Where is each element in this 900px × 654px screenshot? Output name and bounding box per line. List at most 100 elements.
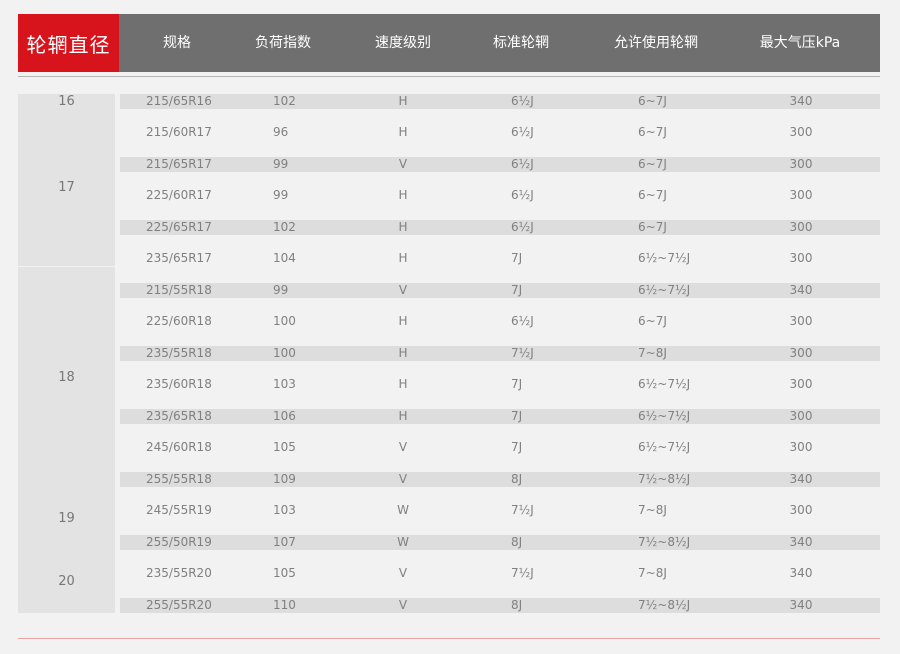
- spec-cell: 215/65R16: [146, 94, 212, 108]
- speed-rating-cell: V: [398, 472, 408, 486]
- max-pressure-cell: 340: [789, 472, 813, 486]
- standard-rim-cell: 7½J: [511, 346, 534, 360]
- permitted-rim-cell: 6~7J: [638, 314, 667, 328]
- permitted-rim-cell: 7~8J: [638, 566, 667, 580]
- permitted-rim-cell: 7½~8½J: [638, 598, 691, 612]
- permitted-rim-cell: 6½~7½J: [638, 377, 691, 391]
- standard-rim-cell: 6½J: [511, 125, 534, 139]
- table-row: 215/65R17 99 V 6½J 6~7J 300: [120, 157, 880, 172]
- load-index-cell: 100: [273, 346, 296, 360]
- max-pressure-cell: 300: [789, 409, 813, 423]
- max-pressure-cell: 300: [789, 220, 813, 234]
- header-divider: [18, 76, 880, 77]
- spec-cell: 255/55R20: [146, 598, 212, 612]
- table-header: 轮辋直径 规格 负荷指数 速度级别 标准轮辋 允许使用轮辋 最大气压kPa: [18, 14, 880, 72]
- permitted-rim-cell: 6½~7½J: [638, 440, 691, 454]
- max-pressure-cell: 340: [789, 535, 813, 549]
- max-pressure-cell: 340: [789, 566, 813, 580]
- max-pressure-cell: 300: [789, 503, 813, 517]
- spec-cell: 255/50R19: [146, 535, 212, 549]
- spec-cell: 225/60R17: [146, 188, 212, 202]
- table-row: 235/55R18 100 H 7½J 7~8J 300: [120, 346, 880, 361]
- load-index-cell: 99: [273, 283, 289, 297]
- load-index-cell: 104: [273, 251, 296, 265]
- standard-rim-cell: 6½J: [511, 188, 534, 202]
- permitted-rim-cell: 6½~7½J: [638, 409, 691, 423]
- speed-rating-cell: V: [398, 157, 408, 171]
- standard-rim-cell: 7½J: [511, 566, 534, 580]
- load-index-cell: 110: [273, 598, 296, 612]
- spec-cell: 255/55R18: [146, 472, 212, 486]
- speed-rating-cell: H: [398, 314, 408, 328]
- spec-cell: 235/60R18: [146, 377, 212, 391]
- standard-rim-cell: 7J: [511, 251, 523, 265]
- standard-rim-cell: 6½J: [511, 314, 534, 328]
- table-row: 215/65R16 102 H 6½J 6~7J 340: [120, 94, 880, 109]
- load-index-cell: 100: [273, 314, 296, 328]
- max-pressure-cell: 300: [789, 251, 813, 265]
- permitted-rim-cell: 6½~7½J: [638, 251, 691, 265]
- load-index-cell: 102: [273, 220, 296, 234]
- standard-rim-cell: 7½J: [511, 503, 534, 517]
- permitted-rim-cell: 6~7J: [638, 157, 667, 171]
- spec-cell: 235/65R17: [146, 251, 212, 265]
- table-row: 215/60R17 96 H 6½J 6~7J 300: [120, 125, 880, 140]
- speed-rating-cell: H: [398, 346, 408, 360]
- load-index-cell: 109: [273, 472, 296, 486]
- table-row: 235/55R20 105 V 7½J 7~8J 340: [120, 566, 880, 581]
- table-row: 235/65R18 106 H 7J 6½~7½J 300: [120, 409, 880, 424]
- standard-rim-cell: 7J: [511, 283, 523, 297]
- table-row: 215/55R18 99 V 7J 6½~7½J 340: [120, 283, 880, 298]
- max-pressure-cell: 300: [789, 440, 813, 454]
- permitted-rim-cell: 6~7J: [638, 220, 667, 234]
- max-pressure-cell: 300: [789, 377, 813, 391]
- table-row: 235/60R18 103 H 7J 6½~7½J 300: [120, 377, 880, 392]
- max-pressure-cell: 340: [789, 283, 813, 297]
- permitted-rim-cell: 6~7J: [638, 125, 667, 139]
- spec-cell: 235/55R18: [146, 346, 212, 360]
- permitted-rim-cell: 7~8J: [638, 346, 667, 360]
- table-row: 225/60R18 100 H 6½J 6~7J 300: [120, 314, 880, 329]
- load-index-cell: 106: [273, 409, 296, 423]
- table-row: 255/50R19 107 W 8J 7½~8½J 340: [120, 535, 880, 550]
- table-row: 245/55R19 103 W 7½J 7~8J 300: [120, 503, 880, 518]
- speed-rating-cell: H: [398, 94, 408, 108]
- header-standard-rim: 标准轮辋: [493, 35, 549, 51]
- standard-rim-cell: 6½J: [511, 94, 534, 108]
- speed-rating-cell: H: [398, 377, 408, 391]
- header-max-pressure: 最大气压kPa: [759, 35, 841, 51]
- standard-rim-cell: 8J: [511, 535, 523, 549]
- speed-rating-cell: W: [397, 503, 409, 517]
- max-pressure-cell: 300: [789, 157, 813, 171]
- standard-rim-cell: 6½J: [511, 157, 534, 171]
- speed-rating-cell: V: [398, 283, 408, 297]
- header-speed-rating: 速度级别: [375, 35, 431, 51]
- load-index-cell: 103: [273, 377, 296, 391]
- spec-cell: 225/60R18: [146, 314, 212, 328]
- load-index-cell: 99: [273, 188, 289, 202]
- max-pressure-cell: 340: [789, 598, 813, 612]
- speed-rating-cell: V: [398, 566, 408, 580]
- header-rim-diameter: 轮辋直径: [18, 14, 119, 72]
- load-index-cell: 99: [273, 157, 289, 171]
- permitted-rim-cell: 7½~8½J: [638, 472, 691, 486]
- spec-cell: 215/60R17: [146, 125, 212, 139]
- spec-cell: 245/55R19: [146, 503, 212, 517]
- header-load-index: 负荷指数: [255, 35, 311, 51]
- header-spec: 规格: [163, 35, 191, 51]
- table-row: 225/65R17 102 H 6½J 6~7J 300: [120, 220, 880, 235]
- spec-cell: 215/65R17: [146, 157, 212, 171]
- max-pressure-cell: 300: [789, 125, 813, 139]
- rim-diameter-cell: 17: [18, 109, 115, 266]
- speed-rating-cell: H: [398, 220, 408, 234]
- standard-rim-cell: 8J: [511, 472, 523, 486]
- rim-diameter-cell: 18: [18, 267, 115, 487]
- speed-rating-cell: W: [397, 535, 409, 549]
- max-pressure-cell: 300: [789, 314, 813, 328]
- permitted-rim-cell: 7~8J: [638, 503, 667, 517]
- speed-rating-cell: H: [398, 251, 408, 265]
- spec-cell: 235/55R20: [146, 566, 212, 580]
- standard-rim-cell: 7J: [511, 409, 523, 423]
- max-pressure-cell: 340: [789, 94, 813, 108]
- rim-diameter-cell: 19: [18, 487, 115, 550]
